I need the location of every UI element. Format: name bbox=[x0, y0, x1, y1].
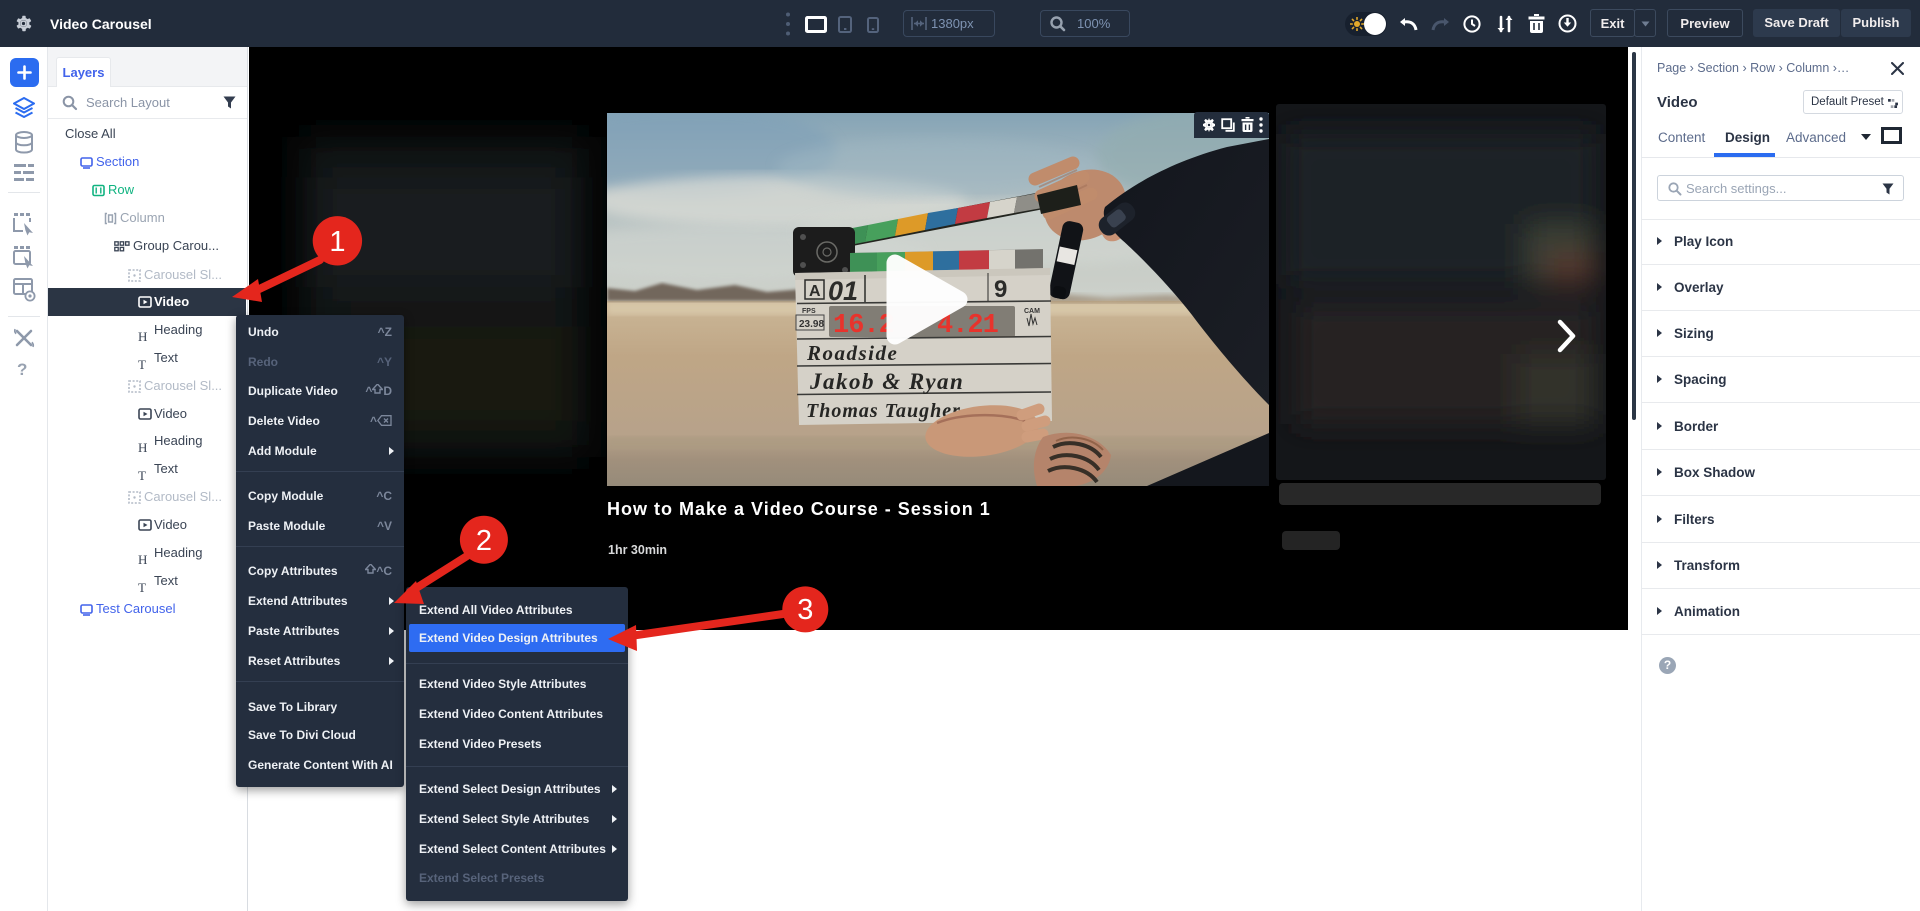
svg-text:9: 9 bbox=[994, 276, 1007, 303]
svg-text:Jakob & Ryan: Jakob & Ryan bbox=[809, 369, 964, 394]
svg-text:FPS: FPS bbox=[802, 308, 816, 315]
svg-text:A: A bbox=[809, 283, 821, 300]
svg-text:Thomas Taugher: Thomas Taugher bbox=[806, 400, 961, 422]
svg-text:23.98: 23.98 bbox=[799, 319, 824, 330]
svg-text:01: 01 bbox=[828, 276, 858, 306]
svg-text:16.2: 16.2 bbox=[833, 311, 894, 341]
svg-text:CAM: CAM bbox=[1024, 308, 1040, 315]
svg-text:Roadside: Roadside bbox=[806, 341, 898, 365]
